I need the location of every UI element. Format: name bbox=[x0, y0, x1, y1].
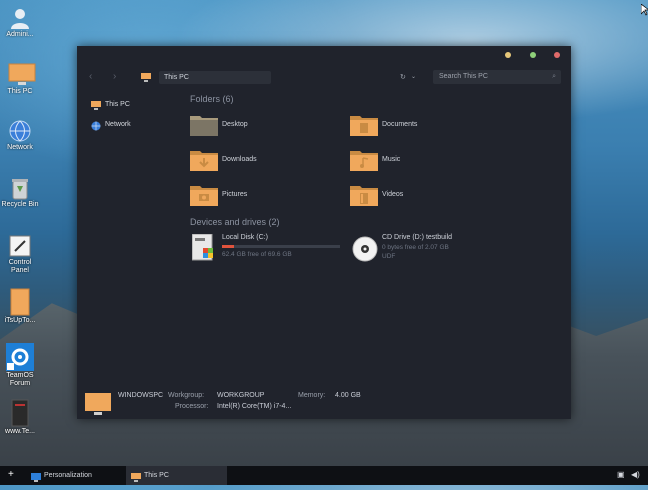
control-panel-icon bbox=[8, 234, 32, 258]
breadcrumb[interactable]: This PC bbox=[159, 71, 271, 84]
network-globe-icon bbox=[91, 121, 101, 136]
desktop-icon-recycle-bin[interactable]: Recycle Bin bbox=[0, 176, 40, 209]
chevron-left-icon[interactable]: ‹ bbox=[89, 71, 92, 82]
desktop-icon-www[interactable]: www.Te... bbox=[0, 399, 40, 436]
window-titlebar[interactable] bbox=[77, 46, 571, 64]
gear-icon bbox=[6, 343, 34, 371]
drive-usage-fill bbox=[222, 245, 234, 248]
downloads-folder-icon bbox=[190, 149, 218, 171]
monitor-icon bbox=[131, 471, 141, 490]
desktop-icon-label: Network bbox=[7, 144, 33, 151]
network-globe-icon bbox=[8, 119, 32, 143]
folder-label: Music bbox=[382, 156, 401, 163]
close-button[interactable] bbox=[554, 52, 560, 58]
monitor-icon bbox=[91, 101, 101, 115]
refresh-icon[interactable]: ↻ bbox=[400, 73, 406, 81]
taskbar-item-personalization[interactable]: Personalization bbox=[27, 466, 123, 485]
monitor-icon bbox=[141, 73, 151, 84]
recycle-bin-icon bbox=[8, 176, 32, 200]
volume-icon[interactable]: ◀) bbox=[631, 470, 640, 479]
drive-name: Local Disk (C:) bbox=[222, 234, 268, 241]
personalization-icon bbox=[31, 471, 41, 490]
memory-value: 4.00 GB bbox=[335, 392, 361, 399]
desktop-icon-label: iTsUpTo... bbox=[4, 317, 36, 324]
processor-value: Intel(R) Core(TM) i7-4... bbox=[217, 403, 292, 410]
folder-documents[interactable]: Documents bbox=[350, 114, 500, 140]
chevron-right-icon[interactable]: › bbox=[113, 71, 116, 82]
music-folder-icon bbox=[350, 149, 378, 171]
sidebar-item-this-pc[interactable]: This PC bbox=[91, 99, 130, 111]
search-input[interactable]: Search This PC ⌕ bbox=[433, 70, 561, 84]
maximize-button[interactable] bbox=[530, 52, 536, 58]
drive-usage-bar bbox=[222, 245, 340, 248]
desktop-folder-icon bbox=[190, 114, 218, 136]
monitor-icon bbox=[85, 393, 113, 419]
user-icon bbox=[8, 6, 32, 30]
desktop-icon-administrator[interactable]: Admini... bbox=[0, 6, 40, 39]
search-placeholder: Search This PC bbox=[439, 73, 488, 80]
navigation-toolbar: ‹ › This PC ↻ ⌄ Search This PC ⌕ bbox=[77, 68, 571, 88]
mouse-cursor bbox=[640, 3, 648, 18]
desktop-icon-label: Admini... bbox=[6, 31, 34, 38]
book-icon bbox=[8, 399, 32, 427]
desktop-icon-network[interactable]: Network bbox=[0, 119, 40, 152]
desktop-icon-control-panel[interactable]: Control Panel bbox=[0, 234, 40, 275]
sidebar-item-network[interactable]: Network bbox=[91, 119, 131, 131]
taskbar-item-this-pc[interactable]: This PC bbox=[126, 466, 227, 485]
details-pane: WINDOWSPC Workgroup: WORKGROUP Memory: 4… bbox=[77, 386, 571, 419]
desktop-icon-itsupto[interactable]: iTsUpTo... bbox=[0, 288, 40, 325]
desktop-icon-label: Recycle Bin bbox=[1, 201, 39, 208]
drive-free-space: 0 bytes free of 2.07 GB bbox=[382, 244, 449, 251]
search-icon: ⌕ bbox=[552, 73, 556, 80]
desktop-icon-label: This PC bbox=[7, 88, 33, 95]
folder-downloads[interactable]: Downloads bbox=[190, 149, 340, 175]
folder-label: Desktop bbox=[222, 121, 248, 128]
drive-cd-d[interactable]: CD Drive (D:) testbuild 0 bytes free of … bbox=[350, 234, 505, 266]
drives-section-title: Devices and drives (2) bbox=[190, 217, 280, 227]
videos-folder-icon bbox=[350, 184, 378, 206]
folder-label: Pictures bbox=[222, 191, 248, 198]
folder-label: Documents bbox=[382, 121, 418, 128]
file-icon bbox=[8, 288, 32, 316]
desktop-icon-teamos-forum[interactable]: TeamOS Forum bbox=[0, 343, 40, 388]
pictures-folder-icon bbox=[190, 184, 218, 206]
memory-label: Memory: bbox=[298, 392, 326, 399]
computer-name: WINDOWSPC bbox=[118, 392, 164, 399]
taskbar-item-label: Personalization bbox=[44, 472, 92, 479]
folder-label: Downloads bbox=[222, 156, 257, 163]
drive-local-disk-c[interactable]: Local Disk (C:) 62.4 GB free of 69.6 GB bbox=[190, 233, 345, 266]
taskbar-item-label: This PC bbox=[144, 472, 169, 479]
workgroup-label: Workgroup: bbox=[168, 392, 205, 399]
folders-section-title: Folders (6) bbox=[190, 94, 234, 104]
desktop-icon-label: TeamOS Forum bbox=[6, 372, 34, 387]
start-icon[interactable]: + bbox=[8, 469, 14, 480]
folder-label: Videos bbox=[382, 191, 404, 198]
sidebar-item-label: This PC bbox=[105, 101, 130, 108]
processor-label: Processor: bbox=[175, 403, 209, 410]
hard-disk-icon bbox=[191, 233, 216, 264]
desktop-icon-this-pc[interactable]: This PC bbox=[0, 63, 40, 96]
documents-folder-icon bbox=[350, 114, 378, 136]
folder-desktop[interactable]: Desktop bbox=[190, 114, 340, 140]
desktop-icon-label: www.Te... bbox=[5, 428, 35, 435]
minimize-button[interactable] bbox=[505, 52, 511, 58]
drive-filesystem: UDF bbox=[382, 253, 396, 260]
folder-pictures[interactable]: Pictures bbox=[190, 184, 340, 210]
cd-drive-icon bbox=[352, 236, 378, 264]
workgroup-value: WORKGROUP bbox=[217, 392, 265, 399]
network-tray-icon[interactable]: ▣ bbox=[617, 470, 625, 479]
drive-name: CD Drive (D:) testbuild bbox=[382, 234, 453, 241]
monitor-icon bbox=[8, 63, 36, 87]
folder-music[interactable]: Music bbox=[350, 149, 500, 175]
explorer-window: ‹ › This PC ↻ ⌄ Search This PC ⌕ This PC… bbox=[77, 46, 571, 419]
drive-free-space: 62.4 GB free of 69.6 GB bbox=[222, 251, 292, 258]
chevron-down-icon[interactable]: ⌄ bbox=[411, 73, 416, 80]
folder-videos[interactable]: Videos bbox=[350, 184, 500, 210]
sidebar-item-label: Network bbox=[105, 121, 131, 128]
taskbar: + Personalization This PC ▣ ◀) bbox=[0, 466, 648, 485]
desktop-icon-label: Control Panel bbox=[8, 259, 32, 274]
